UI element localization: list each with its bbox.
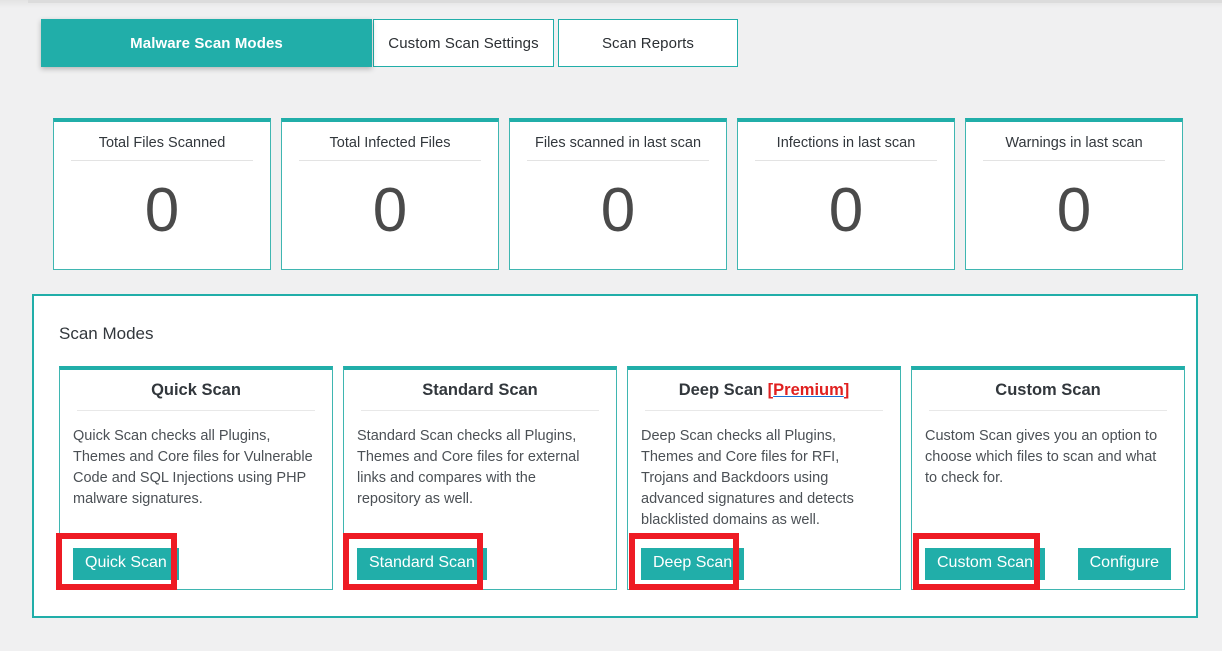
divider	[361, 410, 599, 411]
stat-card-row: Total Files Scanned 0 Total Infected Fil…	[53, 118, 1183, 270]
divider	[929, 410, 1167, 411]
stat-card-value: 0	[828, 176, 864, 245]
scan-mode-title-text: Deep Scan	[678, 381, 768, 399]
scan-mode-description: Quick Scan checks all Plugins, Themes an…	[73, 428, 313, 507]
scan-mode-title: Deep Scan [Premium]	[628, 381, 900, 400]
standard-scan-button[interactable]: Standard Scan	[357, 548, 487, 580]
quick-scan-button[interactable]: Quick Scan	[73, 548, 179, 580]
scan-mode-description: Custom Scan gives you an option to choos…	[925, 428, 1158, 486]
configure-button[interactable]: Configure	[1077, 548, 1171, 580]
stat-card-title: Warnings in last scan	[1005, 135, 1143, 151]
stat-card-title: Total Files Scanned	[98, 135, 226, 151]
scan-modes-panel: Scan Modes Quick Scan Quick Scan checks …	[32, 294, 1198, 618]
tab-bar: Malware Scan Modes Custom Scan Settings …	[41, 19, 738, 67]
scan-mode-actions: Custom Scan Configure	[925, 548, 1171, 580]
premium-badge: [Premium]	[768, 381, 850, 399]
custom-scan-button[interactable]: Custom Scan	[925, 548, 1046, 580]
stat-card-title: Files scanned in last scan	[534, 135, 702, 151]
divider	[77, 410, 315, 411]
premium-link[interactable]: Premium	[773, 381, 844, 399]
scan-mode-title-text: Standard Scan	[422, 381, 538, 399]
divider	[645, 410, 883, 411]
tab-label: Custom Scan Settings	[388, 34, 539, 52]
scan-mode-card-standard-scan: Standard Scan Standard Scan checks all P…	[343, 366, 617, 590]
stat-card-value: 0	[372, 176, 408, 245]
scan-mode-title: Custom Scan	[912, 381, 1184, 400]
stat-card-total-infected-files: Total Infected Files 0	[281, 118, 499, 270]
stat-card-warnings-last-scan: Warnings in last scan 0	[965, 118, 1183, 270]
scan-mode-card-deep-scan: Deep Scan [Premium] Deep Scan checks all…	[627, 366, 901, 590]
scan-mode-title-text: Quick Scan	[151, 381, 241, 399]
stat-card-value: 0	[1056, 176, 1092, 245]
stat-card-title: Infections in last scan	[776, 135, 916, 151]
scan-mode-description: Standard Scan checks all Plugins, Themes…	[357, 428, 580, 507]
page-top-edge	[0, 0, 1222, 8]
scan-mode-actions: Standard Scan	[357, 548, 603, 580]
scan-mode-card-row: Quick Scan Quick Scan checks all Plugins…	[59, 366, 1185, 590]
scan-mode-description: Deep Scan checks all Plugins, Themes and…	[641, 428, 854, 528]
scan-mode-title: Quick Scan	[60, 381, 332, 400]
scan-mode-card-custom-scan: Custom Scan Custom Scan gives you an opt…	[911, 366, 1185, 590]
premium-bracket-close: ]	[843, 381, 850, 399]
page-top-edge-inner	[28, 0, 1222, 3]
deep-scan-button[interactable]: Deep Scan	[641, 548, 745, 580]
tab-malware-scan-modes[interactable]: Malware Scan Modes	[41, 19, 372, 67]
stat-card-value: 0	[600, 176, 636, 245]
panel-title: Scan Modes	[59, 324, 154, 343]
stat-card-infections-last-scan: Infections in last scan 0	[737, 118, 955, 270]
stat-card-title: Total Infected Files	[329, 135, 451, 151]
scan-mode-title-text: Custom Scan	[995, 381, 1101, 399]
stat-card-files-scanned-last-scan: Files scanned in last scan 0	[509, 118, 727, 270]
tab-label: Malware Scan Modes	[130, 34, 283, 52]
scan-mode-actions: Quick Scan	[73, 548, 319, 580]
tab-scan-reports[interactable]: Scan Reports	[558, 19, 738, 67]
stat-card-value: 0	[144, 176, 180, 245]
scan-mode-card-quick-scan: Quick Scan Quick Scan checks all Plugins…	[59, 366, 333, 590]
scan-mode-title: Standard Scan	[344, 381, 616, 400]
tab-custom-scan-settings[interactable]: Custom Scan Settings	[373, 19, 554, 67]
stat-card-total-files-scanned: Total Files Scanned 0	[53, 118, 271, 270]
tab-label: Scan Reports	[601, 34, 695, 52]
scan-mode-actions: Deep Scan	[641, 548, 887, 580]
